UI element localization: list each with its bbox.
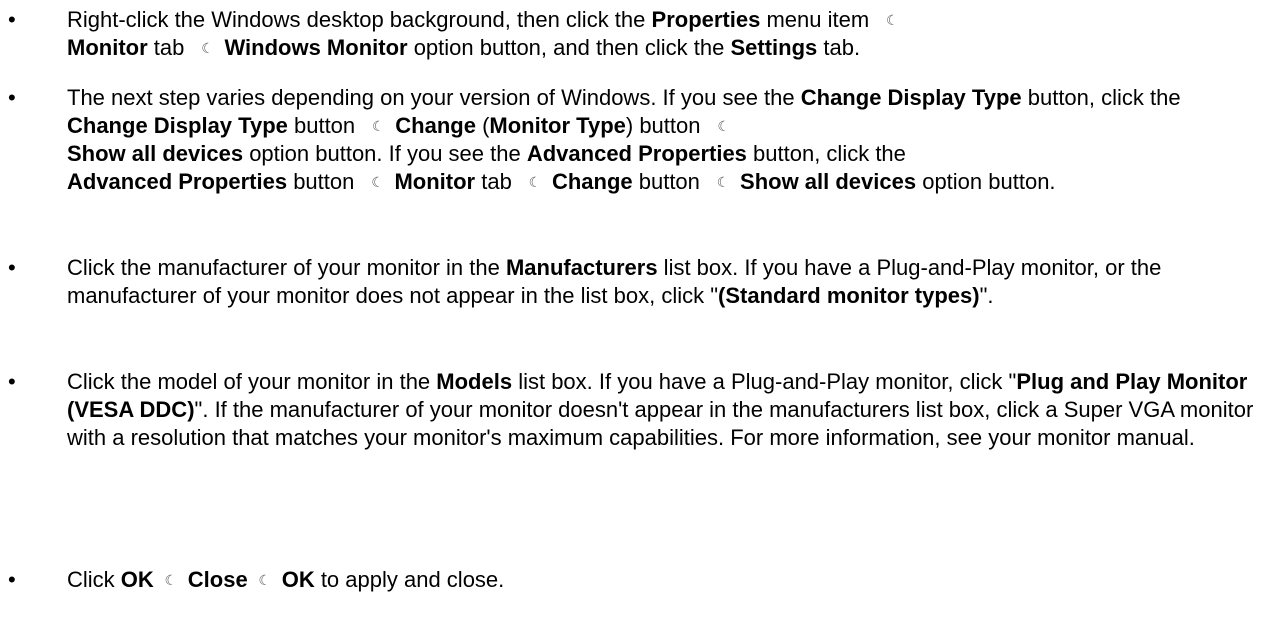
bullet-icon: • — [8, 255, 16, 280]
ui-term: Windows Monitor — [224, 35, 408, 60]
step-text: Click the manufacturer of your monitor i… — [67, 254, 1256, 310]
ui-term: Monitor — [394, 169, 476, 194]
step-text-segment: button — [632, 169, 707, 194]
step-text-segment: ( — [475, 113, 490, 138]
ui-term: Change — [551, 169, 633, 194]
ui-term: Manufacturers — [505, 255, 658, 280]
step-text-segment: tab — [475, 169, 518, 194]
step-text-segment: button, click the — [1021, 85, 1181, 110]
step-text-segment: ". If the manufacturer of your monitor d… — [67, 397, 1254, 450]
bullet-icon: • — [8, 369, 16, 394]
separator-icon: ☾ — [716, 174, 730, 190]
instructions-page: • Right-click the Windows desktop backgr… — [0, 0, 1270, 618]
separator-icon: ☾ — [717, 118, 730, 134]
ui-term: Change — [395, 113, 476, 138]
step-text-segment: tab. — [817, 35, 861, 60]
step-text-segment: ". — [979, 283, 994, 308]
ui-term: Advanced Properties — [67, 169, 288, 194]
separator-icon: ☾ — [258, 572, 271, 588]
ui-term: Settings — [730, 35, 818, 60]
ui-term: OK — [120, 567, 154, 592]
step-text-segment: Click the model of your monitor in the — [67, 369, 437, 394]
separator-icon: ☾ — [886, 12, 899, 28]
ui-term: OK — [281, 567, 315, 592]
ui-term: Properties — [651, 7, 761, 32]
step-text: Click the model of your monitor in the M… — [67, 368, 1256, 452]
step-text-segment: Right-click the Windows desktop backgrou… — [67, 7, 652, 32]
ui-term: Change Display Type — [800, 85, 1022, 110]
step-text-segment: option button. — [916, 169, 1056, 194]
separator-icon: ☾ — [164, 572, 178, 588]
separator-icon: ☾ — [371, 118, 385, 134]
step-text-segment: Click the manufacturer of your monitor i… — [67, 255, 506, 280]
ui-term: Advanced Properties — [526, 141, 747, 166]
step-text: Click OK ☾ Close ☾ OK to apply and close. — [67, 566, 1256, 594]
step-text: Right-click the Windows desktop backgrou… — [67, 6, 1256, 62]
bullet-icon: • — [8, 567, 16, 592]
step-text-segment: list box. If you have a Plug-and-Play mo… — [512, 369, 1017, 394]
step-text-segment: option button. If you see the — [243, 141, 527, 166]
separator-icon: ☾ — [371, 174, 384, 190]
step-text-segment: Click — [67, 567, 121, 592]
separator-icon: ☾ — [201, 40, 214, 56]
step-text: The next step varies depending on your v… — [67, 84, 1256, 196]
bullet-icon: • — [8, 85, 16, 110]
ui-term: Change Display Type — [67, 113, 288, 138]
ui-term: Monitor Type — [489, 113, 626, 138]
ui-term: Close — [187, 567, 248, 592]
step-text-segment: button — [287, 113, 362, 138]
step-text-segment: The next step varies depending on your v… — [67, 85, 801, 110]
ui-term: (Standard monitor types) — [718, 283, 980, 308]
ui-term: Show all devices — [740, 169, 917, 194]
separator-icon: ☾ — [528, 174, 542, 190]
ui-term: Show all devices — [67, 141, 244, 166]
step-text-segment: option button, and then click the — [407, 35, 731, 60]
step-text-segment: tab — [147, 35, 191, 60]
step-text-segment: button, click the — [746, 141, 906, 166]
ui-term: Monitor — [67, 35, 148, 60]
ui-term: Models — [436, 369, 513, 394]
step-text-segment: ) button — [625, 113, 707, 138]
bullet-icon: • — [8, 7, 16, 32]
step-text-segment: menu item — [760, 7, 876, 32]
step-text-segment: button — [287, 169, 361, 194]
step-text-segment: to apply and close. — [314, 567, 505, 592]
